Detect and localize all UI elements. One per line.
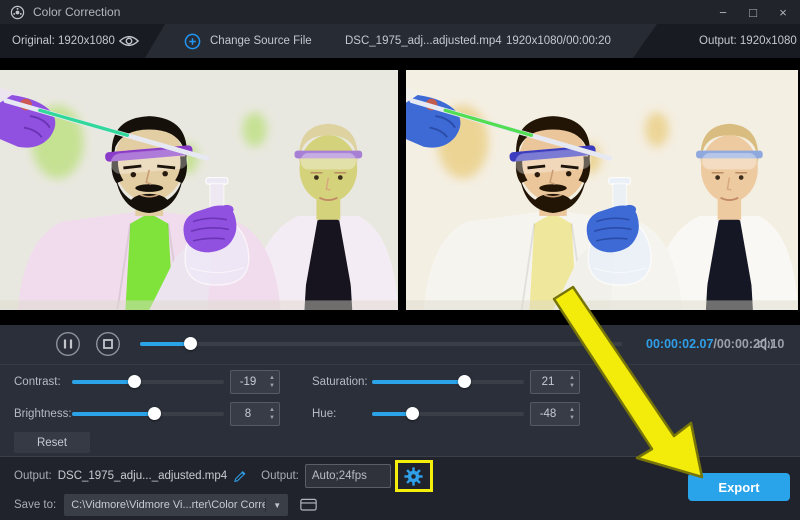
current-time: 00:00:02.07 (646, 337, 713, 351)
save-to-row: Save to: C:\Vidmore\Vidmore Vi...rter\Co… (14, 494, 318, 516)
save-path-combobox[interactable]: C:\Vidmore\Vidmore Vi...rter\Color Corre… (64, 494, 288, 516)
eye-icon[interactable] (118, 34, 140, 48)
contrast-value: -19 (231, 376, 265, 388)
output-settings-row: Output: DSC_1975_adju..._adjusted.mp4 Ou… (14, 462, 433, 490)
saturation-spin-down-icon[interactable]: ▼ (569, 383, 575, 390)
brightness-knob[interactable] (148, 407, 161, 420)
hue-control: Hue: -48 ▲▼ (312, 402, 602, 426)
source-info-bar: Original: 1920x1080 Change Source File D… (0, 24, 800, 58)
brightness-spin-down-icon[interactable]: ▼ (269, 415, 275, 422)
contrast-spinbox[interactable]: -19 ▲▼ (230, 370, 280, 394)
save-path-value: C:\Vidmore\Vidmore Vi...rter\Color Corre… (64, 499, 265, 511)
brightness-spin-up-icon[interactable]: ▲ (269, 407, 275, 414)
contrast-label: Contrast: (14, 370, 72, 394)
brightness-slider[interactable] (72, 407, 224, 421)
brightness-control: Brightness: 8 ▲▼ (14, 402, 304, 426)
preview-area (0, 58, 800, 325)
contrast-slider[interactable] (72, 375, 224, 389)
hue-spin-up-icon[interactable]: ▲ (569, 407, 575, 414)
maximize-button[interactable]: □ (746, 6, 760, 19)
gear-highlight-annotation (395, 460, 433, 492)
pause-button[interactable] (55, 331, 81, 357)
window-title: Color Correction (33, 5, 120, 19)
minimize-button[interactable]: − (716, 6, 730, 19)
stop-button[interactable] (95, 331, 121, 357)
original-video-preview (0, 70, 398, 310)
seek-fill (140, 342, 190, 346)
output-format-field[interactable] (305, 464, 391, 488)
output-filename: DSC_1975_adju..._adjusted.mp4 (58, 470, 227, 482)
hue-slider[interactable] (372, 407, 524, 421)
saturation-knob[interactable] (458, 375, 471, 388)
output-settings-gear-icon[interactable] (403, 466, 424, 487)
plus-circle-icon (184, 33, 201, 50)
app-logo-icon (10, 5, 25, 20)
seek-slider[interactable] (140, 337, 622, 351)
save-to-label: Save to: (14, 499, 56, 511)
brightness-label: Brightness: (14, 402, 72, 426)
saturation-value: 21 (531, 376, 565, 388)
saturation-spin-up-icon[interactable]: ▲ (569, 375, 575, 382)
contrast-spin-down-icon[interactable]: ▼ (269, 383, 275, 390)
title-bar: Color Correction − □ × (0, 0, 800, 24)
output-resolution-label: Output: 1920x1080 (699, 24, 797, 58)
contrast-knob[interactable] (128, 375, 141, 388)
change-source-file-button[interactable]: Change Source File (184, 24, 312, 58)
bottom-panel: Output: DSC_1975_adju..._adjusted.mp4 Ou… (0, 456, 800, 520)
export-button[interactable]: Export (688, 473, 790, 501)
edit-filename-icon[interactable] (233, 468, 249, 484)
contrast-control: Contrast: -19 ▲▼ (14, 370, 304, 394)
contrast-spin-up-icon[interactable]: ▲ (269, 375, 275, 382)
change-source-label: Change Source File (210, 35, 312, 47)
original-resolution-label: Original: 1920x1080 (12, 24, 115, 58)
reset-button[interactable]: Reset (14, 432, 90, 453)
hue-knob[interactable] (406, 407, 419, 420)
source-resolution-duration: 1920x1080/00:00:20 (506, 24, 611, 58)
hue-label: Hue: (312, 402, 370, 426)
hue-value: -48 (531, 408, 565, 420)
saturation-slider[interactable] (372, 375, 524, 389)
volume-icon[interactable] (757, 336, 776, 352)
saturation-control: Saturation: 21 ▲▼ (312, 370, 602, 394)
saturation-spinbox[interactable]: 21 ▲▼ (530, 370, 580, 394)
dropdown-arrow-icon[interactable]: ▼ (265, 498, 288, 512)
browse-folder-icon[interactable] (300, 497, 318, 513)
seek-track[interactable] (140, 342, 622, 346)
hue-spinbox[interactable]: -48 ▲▼ (530, 402, 580, 426)
saturation-label: Saturation: (312, 370, 370, 394)
brightness-value: 8 (231, 408, 265, 420)
source-filename: DSC_1975_adj...adjusted.mp4 (345, 24, 502, 58)
brightness-spinbox[interactable]: 8 ▲▼ (230, 402, 280, 426)
close-button[interactable]: × (776, 6, 790, 19)
seek-knob[interactable] (184, 337, 197, 350)
output-video-preview (406, 70, 798, 310)
output-label: Output: (14, 470, 52, 482)
hue-spin-down-icon[interactable]: ▼ (569, 415, 575, 422)
output-format-label: Output: (261, 470, 299, 482)
